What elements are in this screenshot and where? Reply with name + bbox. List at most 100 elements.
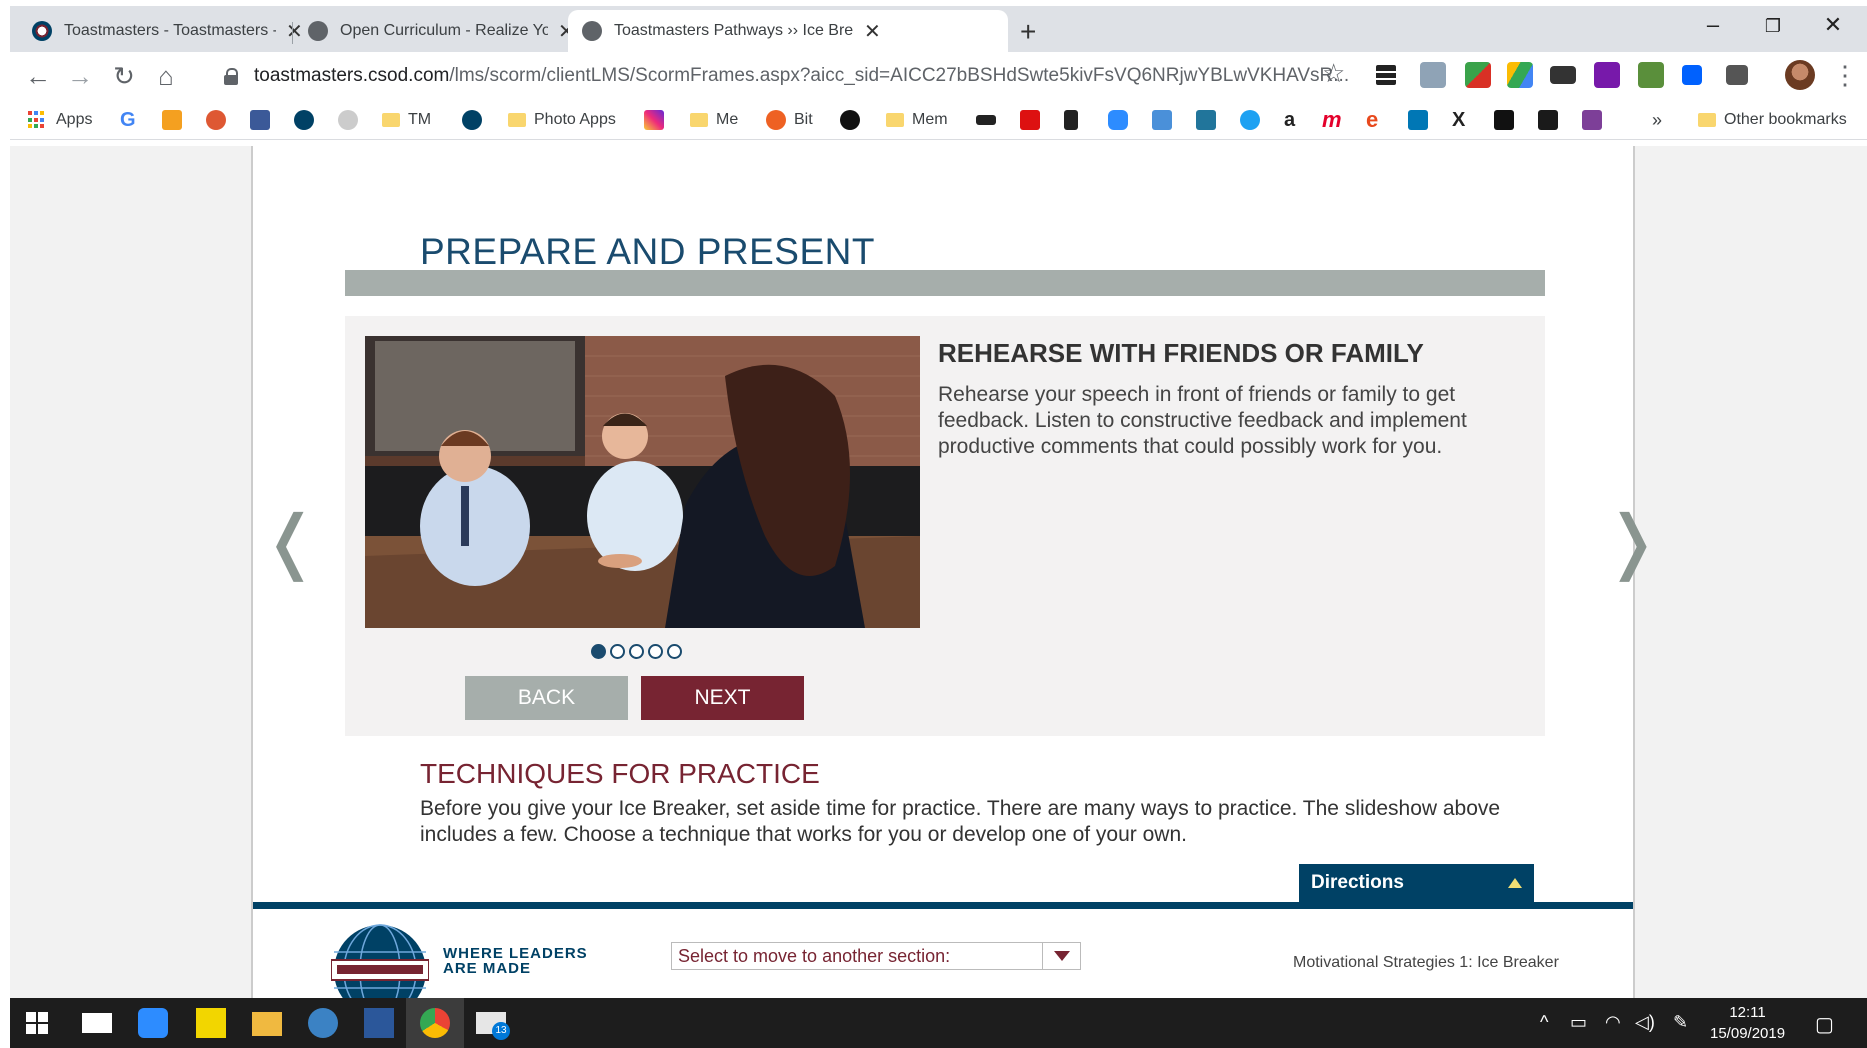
onenote-icon[interactable]: [1594, 62, 1620, 88]
url-host: toastmasters.csod.com: [254, 65, 450, 86]
bookmark-de[interactable]: [1020, 108, 1048, 132]
x-logo-icon[interactable]: X: [1452, 108, 1465, 132]
tab-title: Open Curriculum - Realize Your F: [340, 22, 548, 39]
bookmark-folder-me[interactable]: Me: [690, 108, 738, 132]
tab-toastmasters-home[interactable]: Toastmasters - Toastmasters - Ha ✕: [18, 10, 317, 52]
directions-label: Directions: [1311, 872, 1404, 893]
forward-arrow-icon[interactable]: →: [64, 60, 96, 92]
slide-dot-4[interactable]: [648, 644, 663, 659]
bookmark-facebook[interactable]: [250, 108, 278, 132]
m-logo-icon[interactable]: m: [1322, 107, 1342, 132]
bookmark-bit[interactable]: Bit: [766, 108, 813, 132]
bookmark-label: TM: [408, 111, 432, 128]
image-extension-icon[interactable]: [1420, 62, 1446, 88]
bookmark-calendar[interactable]: [1152, 108, 1180, 132]
slide-dot-2[interactable]: [610, 644, 625, 659]
bookmark-folder-photo-apps[interactable]: Photo Apps: [508, 108, 616, 132]
rehearsal-scene-illustration: [365, 336, 920, 628]
other-bookmarks-folder[interactable]: Other bookmarks: [1698, 108, 1847, 132]
back-button[interactable]: BACK: [465, 676, 628, 720]
slide-dot-5[interactable]: [667, 644, 682, 659]
new-tab-button[interactable]: +: [1020, 16, 1036, 48]
close-icon[interactable]: ✕: [864, 19, 881, 44]
bookmark-instagram[interactable]: [644, 108, 672, 132]
slide-dot-1[interactable]: [591, 644, 606, 659]
bookmark-mail[interactable]: [162, 108, 190, 132]
google-drive-icon[interactable]: [1507, 62, 1533, 88]
slideshow-panel: REHEARSE WITH FRIENDS OR FAMILY Rehearse…: [345, 316, 1545, 736]
address-bar[interactable]: toastmasters.csod.com /lms/scorm/clientL…: [210, 58, 1400, 94]
bookmark-duckduckgo[interactable]: [206, 108, 234, 132]
bookmark-folder-tm[interactable]: TM: [382, 108, 431, 132]
tagline: WHERE LEADERS ARE MADE: [443, 946, 588, 976]
badge-icon: [840, 110, 860, 130]
folder-icon: [1698, 113, 1716, 127]
bookmark-zoom[interactable]: [1108, 108, 1136, 132]
bookmark-folder-mem[interactable]: Mem: [886, 108, 948, 132]
zoom-app-icon[interactable]: [138, 1008, 168, 1038]
bookmark-t[interactable]: [1582, 108, 1610, 132]
bookmark-shield[interactable]: [1064, 108, 1086, 132]
layers-extension-icon[interactable]: [1376, 65, 1396, 85]
restore-icon[interactable]: ❐: [1743, 16, 1803, 37]
reload-icon[interactable]: ↻: [108, 60, 140, 92]
expand-triangle-icon: [1508, 878, 1522, 888]
browser-chrome: Toastmasters - Toastmasters - Ha ✕ Open …: [10, 6, 1867, 146]
section-select-dropdown[interactable]: Select to move to another section:: [671, 942, 1081, 970]
bookmark-twitter[interactable]: [1240, 108, 1268, 132]
menu-kebab-icon[interactable]: ⋮: [1832, 60, 1858, 91]
footer-divider: [253, 902, 1633, 909]
pen-icon[interactable]: ✎: [1673, 1012, 1688, 1033]
wifi-icon[interactable]: ◠: [1605, 1012, 1621, 1033]
mail-app-icon[interactable]: [82, 1013, 112, 1033]
notifications-icon[interactable]: ▢: [1815, 1012, 1834, 1037]
bookmark-apps[interactable]: Apps: [28, 108, 92, 132]
bookmark-toastmasters[interactable]: [294, 108, 322, 132]
title-divider-bar: [345, 270, 1545, 296]
bookmark-lightning[interactable]: [1494, 108, 1522, 132]
bookmark-hand[interactable]: [338, 108, 366, 132]
bookmark-bbc[interactable]: [976, 108, 1004, 132]
bookmark-linkedin[interactable]: [1408, 108, 1436, 132]
file-explorer-icon[interactable]: [252, 1012, 282, 1036]
more-bookmarks-button[interactable]: »: [1652, 108, 1662, 132]
briefcase-extension-icon[interactable]: [1550, 66, 1576, 84]
windows-start-icon[interactable]: [26, 1012, 48, 1034]
amazon-icon[interactable]: a: [1284, 108, 1295, 132]
bookmarks-bar: Apps G TM Photo Apps Me Bit Mem a m e X …: [10, 100, 1867, 140]
next-slide-arrow-icon[interactable]: ❭: [1603, 506, 1662, 576]
sticky-notes-icon[interactable]: [196, 1008, 226, 1038]
cloud-app-icon[interactable]: [308, 1008, 338, 1038]
minimize-icon[interactable]: –: [1683, 12, 1743, 38]
slide-dot-3[interactable]: [629, 644, 644, 659]
tab-open-curriculum[interactable]: Open Curriculum - Realize Your F ✕: [294, 10, 589, 52]
bookmark-toastmasters-2[interactable]: [462, 108, 490, 132]
volume-icon[interactable]: ◁): [1635, 1012, 1655, 1033]
download-extension-icon[interactable]: [1465, 62, 1491, 88]
tray-chevron-icon[interactable]: ^: [1540, 1012, 1548, 1033]
window-close-icon[interactable]: ✕: [1803, 12, 1863, 38]
battery-icon[interactable]: ▭: [1570, 1012, 1587, 1033]
next-button[interactable]: NEXT: [641, 676, 804, 720]
word-icon[interactable]: [364, 1008, 394, 1038]
previous-slide-arrow-icon[interactable]: ❬: [261, 506, 320, 576]
back-arrow-icon[interactable]: ←: [22, 60, 54, 92]
toastmasters-globe-icon: [294, 110, 314, 130]
chrome-icon[interactable]: [420, 1008, 450, 1038]
tab-pathways-ice-breaker[interactable]: Toastmasters Pathways ›› Ice Brea ✕: [568, 10, 1008, 52]
dropbox-icon[interactable]: [1682, 65, 1702, 85]
screenshot-extension-icon[interactable]: [1726, 65, 1748, 85]
bookmark-toolbox[interactable]: [1538, 108, 1566, 132]
system-clock[interactable]: 12:11 15/09/2019: [1710, 1002, 1785, 1044]
bookmark-badge[interactable]: [840, 108, 868, 132]
bookmark-star-icon[interactable]: ☆: [1322, 58, 1345, 89]
directions-toggle[interactable]: Directions: [1299, 864, 1534, 902]
e-logo-icon[interactable]: e: [1366, 107, 1378, 132]
folder-icon: [508, 113, 526, 127]
bookmark-wordpress[interactable]: [1196, 108, 1224, 132]
evernote-icon[interactable]: [1638, 62, 1664, 88]
google-icon[interactable]: G: [120, 108, 136, 132]
twitter-icon: [1240, 110, 1260, 130]
home-icon[interactable]: ⌂: [150, 60, 182, 92]
profile-avatar[interactable]: [1785, 60, 1815, 90]
